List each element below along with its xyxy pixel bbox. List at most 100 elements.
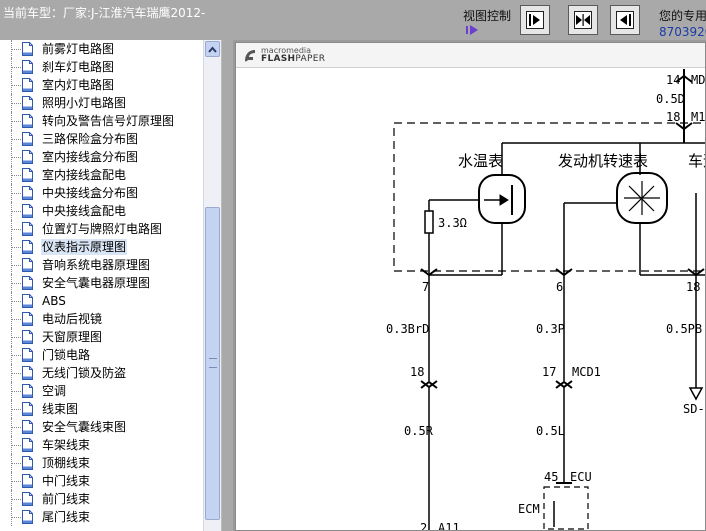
document-icon bbox=[22, 204, 33, 218]
tree-connector bbox=[11, 121, 21, 122]
tree-connector bbox=[11, 481, 21, 482]
sidebar-item[interactable]: 前门线束 bbox=[0, 490, 203, 508]
sidebar-item-label: 中门线束 bbox=[42, 474, 91, 488]
tree-connector bbox=[11, 391, 21, 392]
sidebar-item[interactable]: 尾门线束 bbox=[0, 508, 203, 526]
sidebar-item-label: ABS bbox=[42, 294, 66, 308]
sidebar-item-label: 三路保险盒分布图 bbox=[42, 132, 139, 146]
sidebar: 前雾灯电路图 刹车灯电路图 室内灯电路图 照明小灯电路图转向及警告信号灯原理图三路保险… bbox=[0, 40, 222, 531]
sidebar-item-label: 仪表指示原理图 bbox=[41, 239, 128, 255]
scroll-up-button[interactable] bbox=[205, 41, 220, 57]
sidebar-item[interactable]: 无线门锁及防盗 bbox=[0, 364, 203, 382]
view-control-label: 视图控制 bbox=[463, 9, 512, 23]
sidebar-item[interactable]: 室内接线盒分布图 bbox=[0, 148, 203, 166]
instrument-schematic: 14 MD5 0.5D 18 M15 水温表 发动机转速表 车速 bbox=[386, 69, 705, 530]
document-icon bbox=[22, 132, 33, 146]
document-icon bbox=[22, 366, 33, 380]
document-icon bbox=[22, 402, 33, 416]
sidebar-item[interactable]: 门锁电路 bbox=[0, 346, 203, 364]
sidebar-item-label: 刹车灯电路图 bbox=[42, 60, 115, 74]
document-icon bbox=[22, 438, 33, 452]
panel-splitter[interactable] bbox=[222, 40, 233, 531]
sidebar-item[interactable]: 三路保险盒分布图 bbox=[0, 130, 203, 148]
diagram-text: 45 bbox=[544, 470, 558, 484]
tree-connector bbox=[11, 175, 21, 176]
sidebar-item[interactable]: 中央接线盒分布图 bbox=[0, 184, 203, 202]
sidebar-item[interactable]: 安全气囊电器原理图 bbox=[0, 274, 203, 292]
sidebar-item[interactable]: 转向及警告信号灯原理图 bbox=[0, 112, 203, 130]
tree-connector bbox=[11, 211, 21, 212]
tree-connector bbox=[11, 373, 21, 374]
sidebar-item-label: 线束图 bbox=[42, 402, 79, 416]
arrow-right-icon bbox=[526, 11, 544, 29]
sidebar-scrollbar[interactable] bbox=[203, 40, 221, 531]
diagram-text: 0.5D bbox=[656, 92, 685, 106]
document-icon bbox=[22, 276, 33, 290]
sidebar-item[interactable]: 空调 bbox=[0, 382, 203, 400]
diagram-text: 18 bbox=[666, 110, 680, 124]
sidebar-item-label: 电动后视镜 bbox=[42, 312, 103, 326]
diagram-text: 0.3BrD bbox=[386, 322, 429, 336]
diagram-text: 0.5R bbox=[404, 424, 434, 438]
sidebar-item-label: 无线门锁及防盗 bbox=[42, 366, 127, 380]
document-icon bbox=[22, 492, 33, 506]
document-icon bbox=[22, 150, 33, 164]
sidebar-item-label: 前雾灯电路图 bbox=[42, 42, 115, 56]
top-bar: 当前车型：厂家:J-江淮汽车瑞鹰2012- 视图控制 您的专用 8703920 bbox=[0, 0, 706, 40]
tree-connector bbox=[11, 85, 21, 86]
sidebar-item-label: 门锁电路 bbox=[42, 348, 91, 362]
document-icon bbox=[22, 78, 33, 92]
scroll-thumb[interactable] bbox=[205, 207, 220, 520]
tree-connector bbox=[11, 301, 21, 302]
sidebar-item[interactable]: 室内灯电路图 bbox=[0, 76, 203, 94]
sidebar-item[interactable]: 室内接线盒配电 bbox=[0, 166, 203, 184]
document-icon bbox=[22, 312, 33, 326]
tree-connector bbox=[11, 427, 21, 428]
sidebar-item[interactable]: 安全气囊线束图 bbox=[0, 418, 203, 436]
document-icon bbox=[22, 258, 33, 272]
sidebar-item[interactable]: 中门线束 bbox=[0, 472, 203, 490]
sidebar-item-label: 天窗原理图 bbox=[42, 330, 103, 344]
sidebar-item[interactable]: 位置灯与牌照灯电路图 bbox=[0, 220, 203, 238]
sidebar-item[interactable]: 音响系统电器原理图 bbox=[0, 256, 203, 274]
diagram-text: 17 bbox=[542, 365, 556, 379]
logo-bold-text: FLASH bbox=[261, 54, 296, 64]
document-icon bbox=[22, 474, 33, 488]
tree-connector bbox=[11, 355, 21, 356]
sidebar-item[interactable]: 车架线束 bbox=[0, 436, 203, 454]
sidebar-item-label: 前门线束 bbox=[42, 492, 91, 506]
sidebar-item[interactable]: 照明小灯电路图 bbox=[0, 94, 203, 112]
flashpaper-toolbar: macromedia FLASHPAPER bbox=[236, 43, 705, 68]
view-left-arrow-button[interactable] bbox=[610, 5, 640, 35]
sidebar-item-label: 顶棚线束 bbox=[42, 456, 91, 470]
tree-connector bbox=[11, 319, 21, 320]
document-icon bbox=[22, 42, 33, 56]
document-viewer: 14 MD5 0.5D 18 M15 水温表 发动机转速表 车速 bbox=[233, 40, 706, 531]
diagram-tree: 前雾灯电路图 刹车灯电路图 室内灯电路图 照明小灯电路图转向及警告信号灯原理图三路保险… bbox=[0, 40, 203, 531]
sidebar-item[interactable]: 前雾灯电路图 bbox=[0, 40, 203, 58]
play-icon[interactable] bbox=[466, 24, 480, 36]
sidebar-item[interactable]: 电动后视镜 bbox=[0, 310, 203, 328]
sidebar-item-label: 室内灯电路图 bbox=[42, 78, 115, 92]
view-split-button[interactable] bbox=[568, 5, 598, 35]
document-icon bbox=[22, 384, 33, 398]
sidebar-item[interactable]: 仪表指示原理图 bbox=[0, 238, 203, 256]
document-icon bbox=[22, 114, 33, 128]
sidebar-item[interactable]: 天窗原理图 bbox=[0, 328, 203, 346]
view-right-arrow-button[interactable] bbox=[520, 5, 550, 35]
sidebar-item[interactable]: 刹车灯电路图 bbox=[0, 58, 203, 76]
diagram-text: 3.3Ω bbox=[438, 216, 467, 230]
tree-connector bbox=[11, 517, 21, 518]
sidebar-item[interactable]: 顶棚线束 bbox=[0, 454, 203, 472]
split-arrows-icon bbox=[574, 11, 592, 29]
sidebar-item-label: 照明小灯电路图 bbox=[42, 96, 127, 110]
diagram-text: 0.5PB bbox=[666, 322, 702, 336]
flashpaper-document[interactable]: 14 MD5 0.5D 18 M15 水温表 发动机转速表 车速 bbox=[235, 42, 706, 531]
tree-connector bbox=[11, 499, 21, 500]
sidebar-item[interactable]: 中央接线盒配电 bbox=[0, 202, 203, 220]
tree-connector bbox=[11, 193, 21, 194]
document-icon bbox=[22, 60, 33, 74]
sidebar-item[interactable]: ABS bbox=[0, 292, 203, 310]
sidebar-item[interactable]: 线束图 bbox=[0, 400, 203, 418]
sidebar-item-label: 中央接线盒配电 bbox=[42, 204, 127, 218]
